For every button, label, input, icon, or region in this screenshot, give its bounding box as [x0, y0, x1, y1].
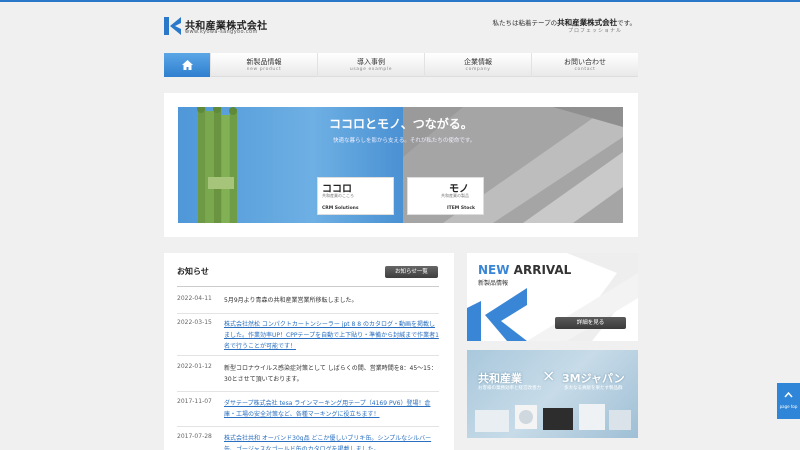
nav-item-new-product[interactable]: 新製品情報 new product — [210, 53, 317, 77]
collab-banner[interactable]: 共和産業 × 3Mジャパン お客様の業務効率と経営改善力 多大なる貢献を果たす製… — [467, 350, 638, 438]
hero-title: ココロとモノ、つながる。 — [329, 117, 473, 131]
collab-left-title: 共和産業 — [478, 372, 522, 385]
hero-card-mono[interactable]: モノ 共和産業の製品 ITEM Stock — [407, 177, 484, 215]
news-date: 2022-01-12 — [177, 363, 212, 370]
news-date: 2017-11-07 — [177, 398, 212, 405]
nav-item-contact[interactable]: お問い合わせ contact — [531, 53, 638, 77]
asparagus-image — [197, 107, 237, 223]
news-date: 2022-04-11 — [177, 295, 212, 302]
news-separator — [177, 313, 439, 314]
company-logo[interactable]: 共和産業株式会社 www.kyowa-sangyoo.com — [164, 17, 274, 37]
nav-home-button[interactable] — [164, 53, 210, 77]
news-date: 2022-03-15 — [177, 319, 212, 326]
main-nav: 新製品情報 new product 導入事例 usage example 企業情… — [164, 53, 638, 77]
news-panel: お知らせ お知らせ一覧 2022-04-11 5月9月より青森の共和産業営業所移… — [164, 253, 454, 450]
card-subtitle: 共和産業のこころ — [322, 193, 354, 198]
nav-label: お問い合わせ — [564, 58, 606, 66]
top-accent-line — [0, 0, 800, 2]
news-separator — [177, 426, 439, 427]
news-list-button[interactable]: お知らせ一覧 — [385, 266, 438, 278]
tagline-company: 共和産業株式会社 — [557, 18, 618, 27]
collab-cross: × — [542, 366, 556, 385]
nav-label: 企業情報 — [464, 58, 492, 66]
nav-sublabel: company — [465, 67, 491, 72]
nav-sublabel: new product — [246, 67, 282, 72]
news-date: 2017-07-28 — [177, 433, 212, 440]
news-link[interactable]: 株式会社共和 オーバンド30g品 どこか優しいブリキ缶。シンプルなシルバー缶、ゴ… — [224, 433, 439, 450]
tagline-prefix: 私たちは粘着テープの — [492, 19, 558, 27]
chevron-up-icon — [784, 391, 793, 398]
arrival-title: NEW ARRIVAL — [478, 263, 571, 277]
card-subtitle: 共和産業の製品 — [441, 193, 469, 198]
nav-label: 導入事例 — [357, 58, 385, 66]
hero-banner: ココロとモノ、つながる。 快適な暮らしを影から支える。それが私たちの使命です。 … — [178, 107, 623, 223]
news-text: 新型コロナウイルス感染症対策として しばらくの間、営業時間を8：45〜15：30… — [224, 365, 437, 383]
hero-card-kokoro[interactable]: ココロ 共和産業のこころ CRM Solutions — [317, 177, 394, 215]
news-separator — [177, 391, 439, 392]
news-separator — [177, 355, 439, 356]
hero-subtitle: 快適な暮らしを影から支える。それが私たちの使命です。 — [333, 138, 476, 144]
card-footer: ITEM Stock — [446, 206, 475, 211]
collab-products-image — [475, 404, 631, 432]
nav-label: 新製品情報 — [246, 58, 282, 66]
news-heading: お知らせ — [177, 267, 209, 276]
new-arrival-banner[interactable]: NEW ARRIVAL 新製品情報 詳細を見る — [467, 253, 638, 341]
collab-left-sub: お客様の業務効率と経営改善力 — [478, 386, 541, 391]
news-divider — [177, 286, 439, 287]
arrival-title-arrival: ARRIVAL — [513, 263, 572, 277]
logo-mark-icon — [164, 17, 181, 35]
page-top-label: page top — [779, 404, 798, 409]
nav-item-company[interactable]: 企業情報 company — [424, 53, 531, 77]
news-link[interactable]: ダサテープ株式会社 tesa ラインマーキング用テープ（4169 PV6）登場！… — [224, 398, 439, 420]
arrival-subtitle: 新製品情報 — [478, 280, 509, 287]
tagline-suffix: です。 — [617, 19, 636, 27]
news-text: 5月9月より青森の共和産業営業所移転しました。 — [224, 297, 358, 304]
page-top-button[interactable]: page top — [777, 383, 800, 419]
collab-right-sub: 多大なる貢献を果たす製品群 — [564, 386, 623, 391]
logo-company-url: www.kyowa-sangyoo.com — [185, 29, 258, 35]
home-icon — [181, 60, 193, 70]
arrival-detail-button[interactable]: 詳細を見る — [555, 317, 626, 329]
nav-item-usage-example[interactable]: 導入事例 usage example — [317, 53, 424, 77]
collab-right-title: 3Mジャパン — [562, 372, 625, 385]
tagline-sub: プロフェッショナル — [567, 28, 622, 34]
nav-sublabel: usage example — [349, 67, 393, 72]
arrival-title-new: NEW — [478, 263, 510, 277]
card-footer: CRM Solutions — [322, 206, 359, 211]
news-link[interactable]: 株式会社然松 コンパクトカートンシーラー jpt 8 8 のカタログ・動画を掲載… — [224, 319, 439, 352]
nav-sublabel: contact — [574, 67, 596, 72]
